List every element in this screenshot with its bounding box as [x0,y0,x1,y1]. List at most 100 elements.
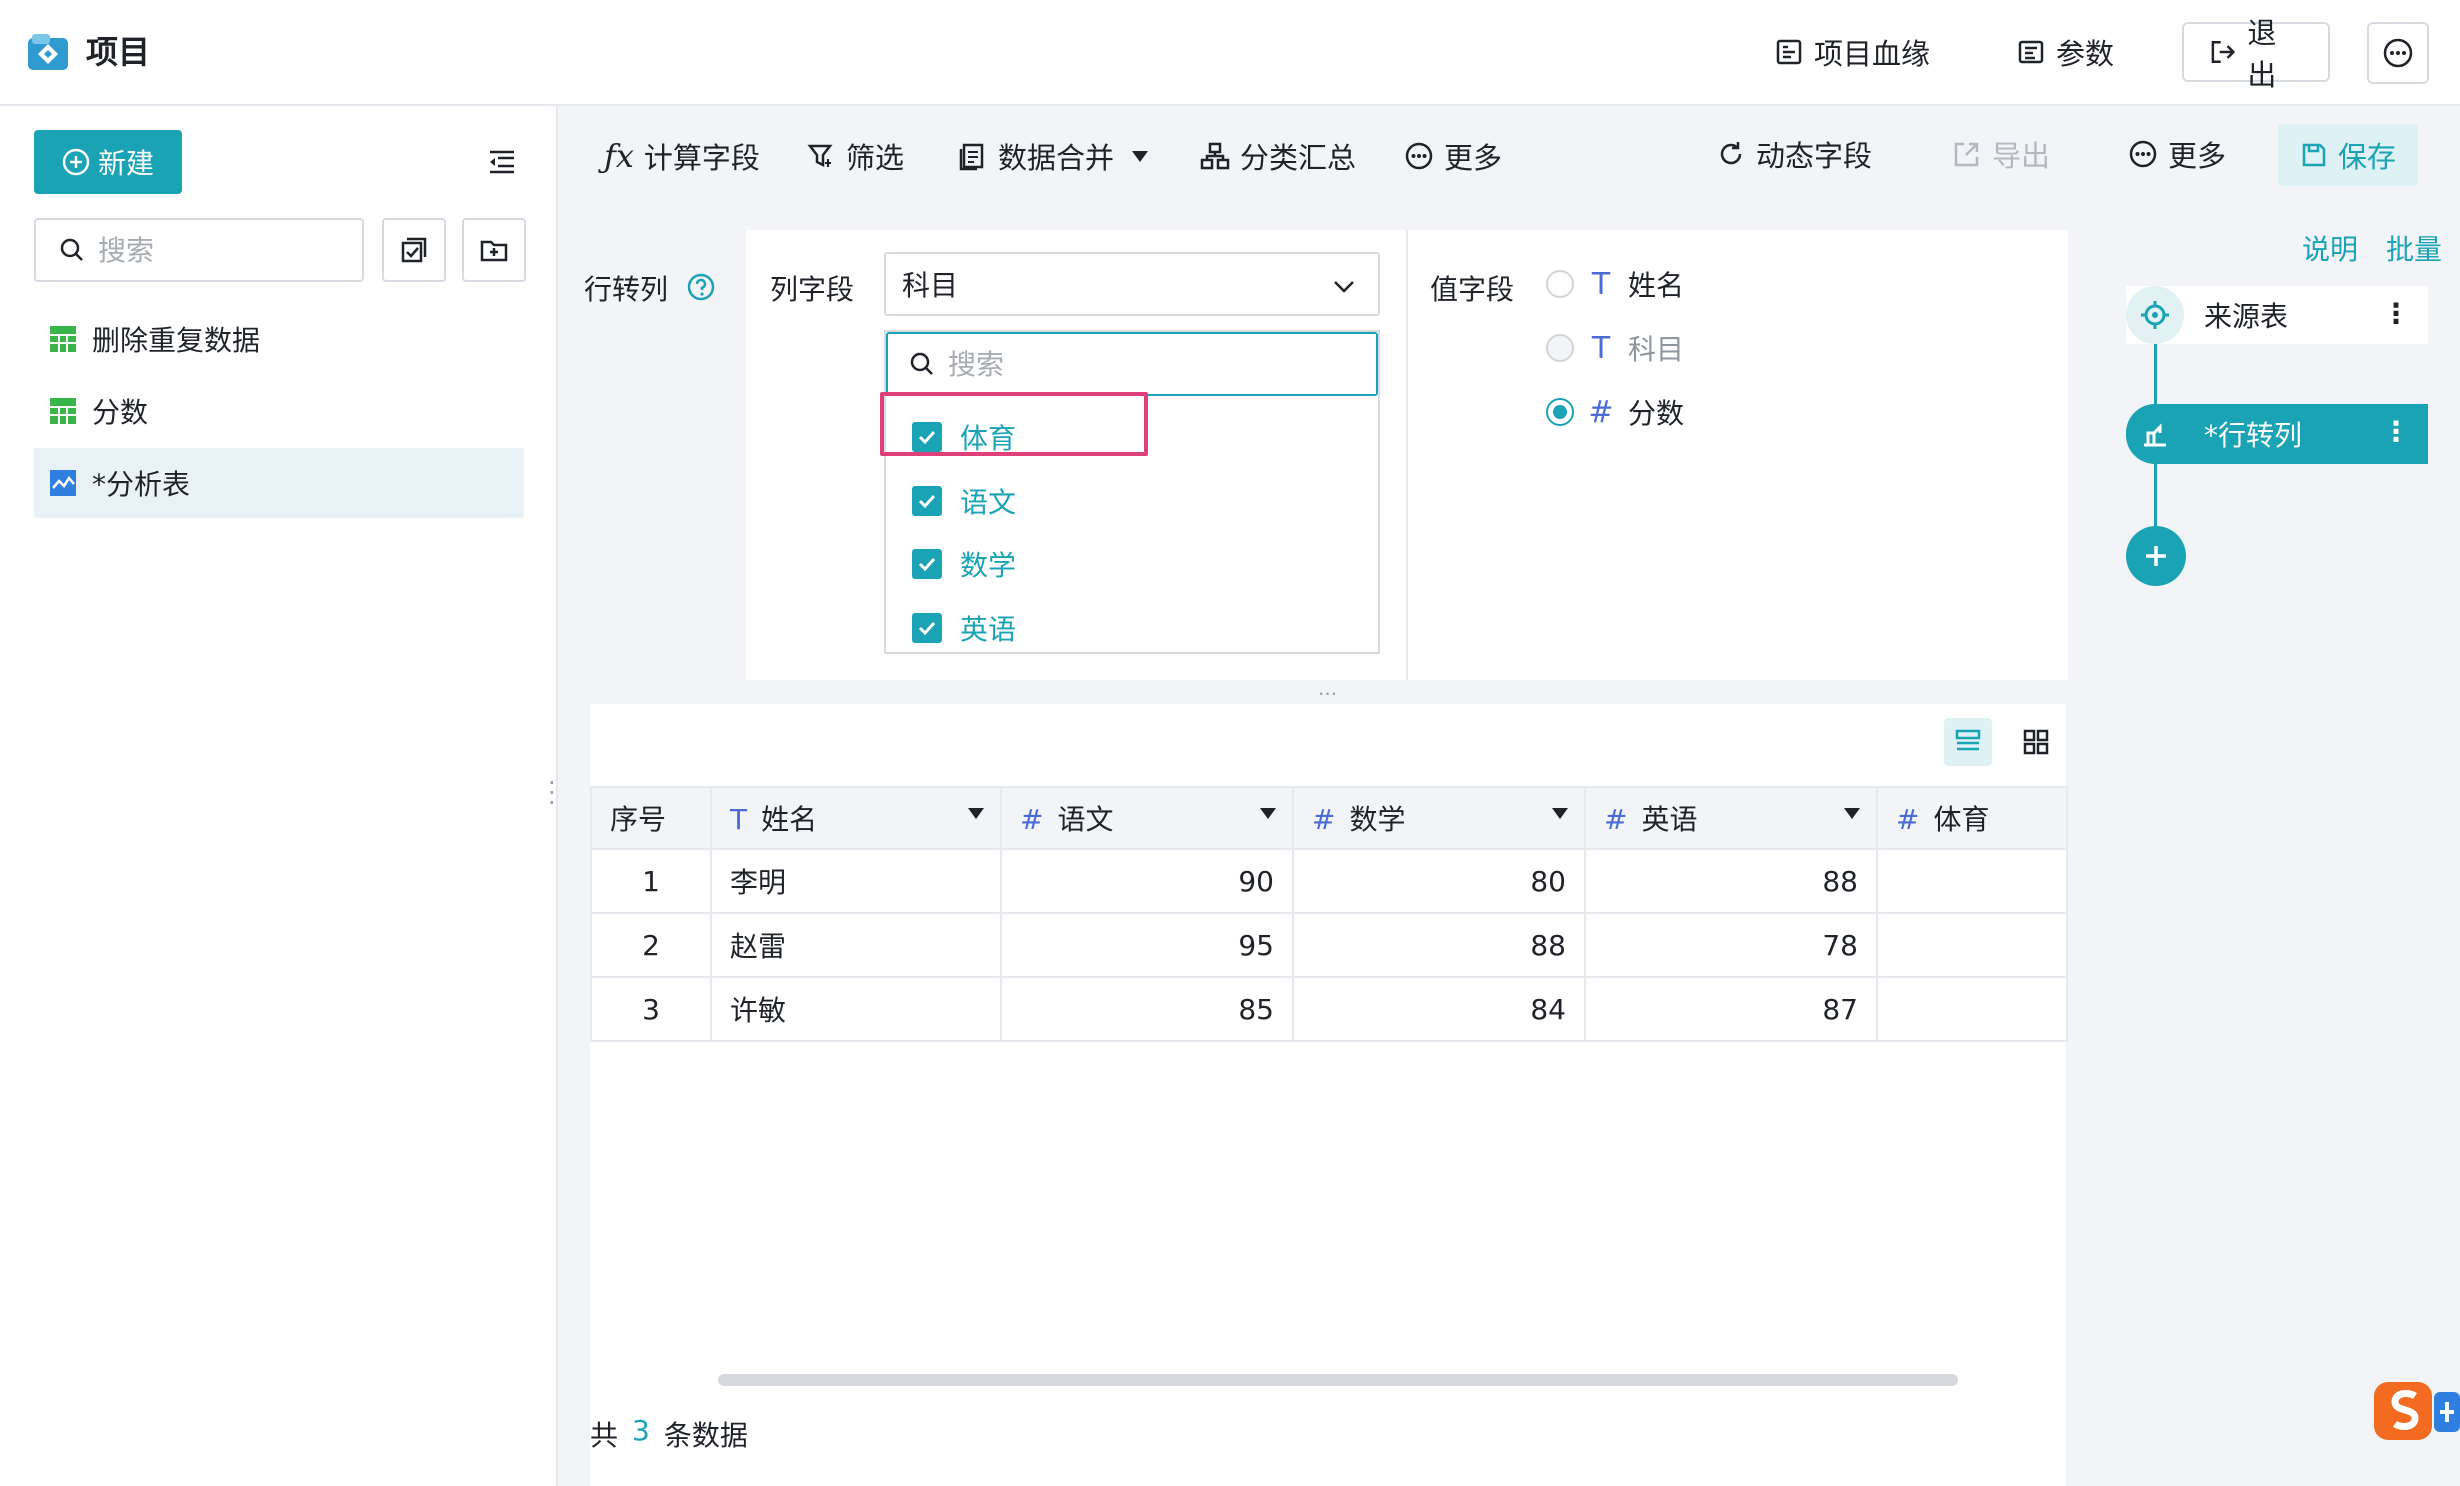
params-button[interactable]: 参数 [2016,22,2114,82]
config-divider [1406,230,1408,680]
column-header[interactable]: # 体育 [1876,786,2068,850]
kebab-menu-icon[interactable]: ⋮ [2382,300,2410,328]
lineage-icon [1776,39,1802,65]
table-cell [1876,912,2068,978]
data-table: 序号 T 姓名 # 语文 # 数学 # 英语 # 体育 1 李明 90 80 88 2 赵… [590,786,2068,1042]
dropdown-option[interactable]: 语文 [912,476,1016,526]
tree-item-label: *分析表 [92,468,191,501]
new-folder-button[interactable] [462,218,526,282]
group-summary-button[interactable]: 分类汇总 [1200,128,1356,184]
value-field-option[interactable]: T 姓名 [1546,259,1684,309]
kebab-menu-icon[interactable]: ⋮ [2382,418,2410,446]
dropdown-option-label: 语文 [960,486,1017,519]
table-cell [1876,976,2068,1042]
sidebar-search[interactable] [34,218,364,282]
calc-field-button[interactable]: ƒx 计算字段 [604,128,760,184]
help-icon[interactable] [686,272,716,302]
value-field-option-label: 姓名 [1628,269,1685,302]
table-cell: 80 [1292,848,1586,914]
collapse-sidebar-icon[interactable] [486,146,518,178]
save-label: 保存 [2337,140,2396,174]
calc-field-label: 计算字段 [643,141,760,175]
radio-checked-icon[interactable] [1546,398,1574,426]
dynamic-field-button[interactable]: 动态字段 [1716,126,1872,182]
dropdown-search[interactable] [886,332,1378,396]
table-cell: 85 [1000,976,1294,1042]
table-cell: 2 [590,912,712,978]
sidebar-resize-handle[interactable]: · · · [548,771,556,815]
checkbox-list-icon [401,237,427,263]
data-merge-dropdown[interactable]: 数据合并 [958,128,1149,184]
pivot-section-label: 行转列 [584,273,669,306]
number-type-icon: # [1020,803,1044,836]
save-button[interactable]: 保存 [2278,124,2418,186]
more-actions-button[interactable]: 更多 [2128,126,2226,182]
column-header-label: 语文 [1057,803,1114,836]
dropdown-option[interactable]: 英语 [912,603,1016,653]
column-menu-icon[interactable] [1844,808,1860,819]
column-field-value: 科目 [902,269,959,302]
project-lineage-label: 项目血缘 [1814,37,1931,71]
horizontal-scrollbar[interactable] [718,1374,1958,1386]
checkbox-checked-icon[interactable] [912,486,942,516]
column-field-select[interactable]: 科目 [884,252,1380,316]
new-button[interactable]: 新建 [34,130,182,194]
column-header-label: 序号 [610,803,667,836]
tree-item-label: 分数 [92,396,149,429]
table-cell: 赵雷 [710,912,1002,978]
table-row[interactable]: 2 赵雷 95 88 78 [590,912,2068,978]
number-type-icon: # [1896,803,1920,836]
more-actions-label: 更多 [2168,139,2227,173]
column-header[interactable]: # 数学 [1292,786,1586,850]
add-step-button[interactable] [2126,526,2186,586]
column-header[interactable]: # 语文 [1000,786,1294,850]
sidebar-search-input[interactable] [96,232,340,268]
column-menu-icon[interactable] [1260,808,1276,819]
checkbox-checked-icon[interactable] [912,549,942,579]
list-view-button[interactable] [1944,718,1992,766]
explain-link[interactable]: 说明 [2302,228,2358,268]
tree-item-remove-duplicates[interactable]: 删除重复数据 [34,304,524,374]
column-header[interactable]: T 姓名 [710,786,1002,850]
panel-resize-handle[interactable]: ··· [1318,682,1337,706]
dropdown-search-input[interactable] [946,346,1350,382]
more-tools-button[interactable]: 更多 [1404,128,1502,184]
tree-item-scores[interactable]: 分数 [34,376,524,446]
tree-item-analysis-table[interactable]: *分析表 [34,448,524,518]
more-circle-icon [2129,140,2157,168]
column-header: 序号 [590,786,712,850]
batch-select-button[interactable] [382,218,446,282]
radio-unchecked-icon[interactable] [1546,270,1574,298]
export-button[interactable]: 导出 [1952,126,2050,182]
more-options-button[interactable] [2367,22,2429,84]
text-type-icon: T [1591,330,1611,366]
column-header-label: 姓名 [761,803,818,836]
column-menu-icon[interactable] [1552,808,1568,819]
params-icon [2018,40,2044,64]
pipeline-step-source[interactable]: 来源表 ⋮ [2126,286,2428,344]
exit-button[interactable]: 退出 [2182,16,2330,92]
refresh-icon [1720,142,1742,165]
filter-button[interactable]: 筛选 [806,128,904,184]
pipeline-step-pivot[interactable]: *行转列 ⋮ [2126,404,2428,464]
value-field-option[interactable]: # 分数 [1546,387,1684,437]
table-row[interactable]: 1 李明 90 80 88 [590,848,2068,914]
dropdown-option[interactable]: 数学 [912,539,1016,589]
table-cell: 78 [1584,912,1878,978]
table-row[interactable]: 3 许敏 85 84 87 [590,976,2068,1042]
grid-view-button[interactable] [2012,718,2060,766]
checkbox-checked-icon[interactable] [912,613,942,643]
table-cell: 3 [590,976,712,1042]
column-menu-icon[interactable] [968,808,984,819]
search-icon [910,352,933,375]
table-cell: 许敏 [710,976,1002,1042]
batch-link[interactable]: 批量 [2386,228,2442,268]
column-header[interactable]: # 英语 [1584,786,1878,850]
text-type-icon: T [730,803,748,836]
chevron-down-icon [1334,281,1354,293]
dropdown-option-label: 数学 [960,549,1017,582]
project-lineage-button[interactable]: 项目血缘 [1774,22,1930,82]
filter-label: 筛选 [846,141,905,175]
row-count: 共 3 条数据 [590,1414,748,1454]
table-cell: 李明 [710,848,1002,914]
